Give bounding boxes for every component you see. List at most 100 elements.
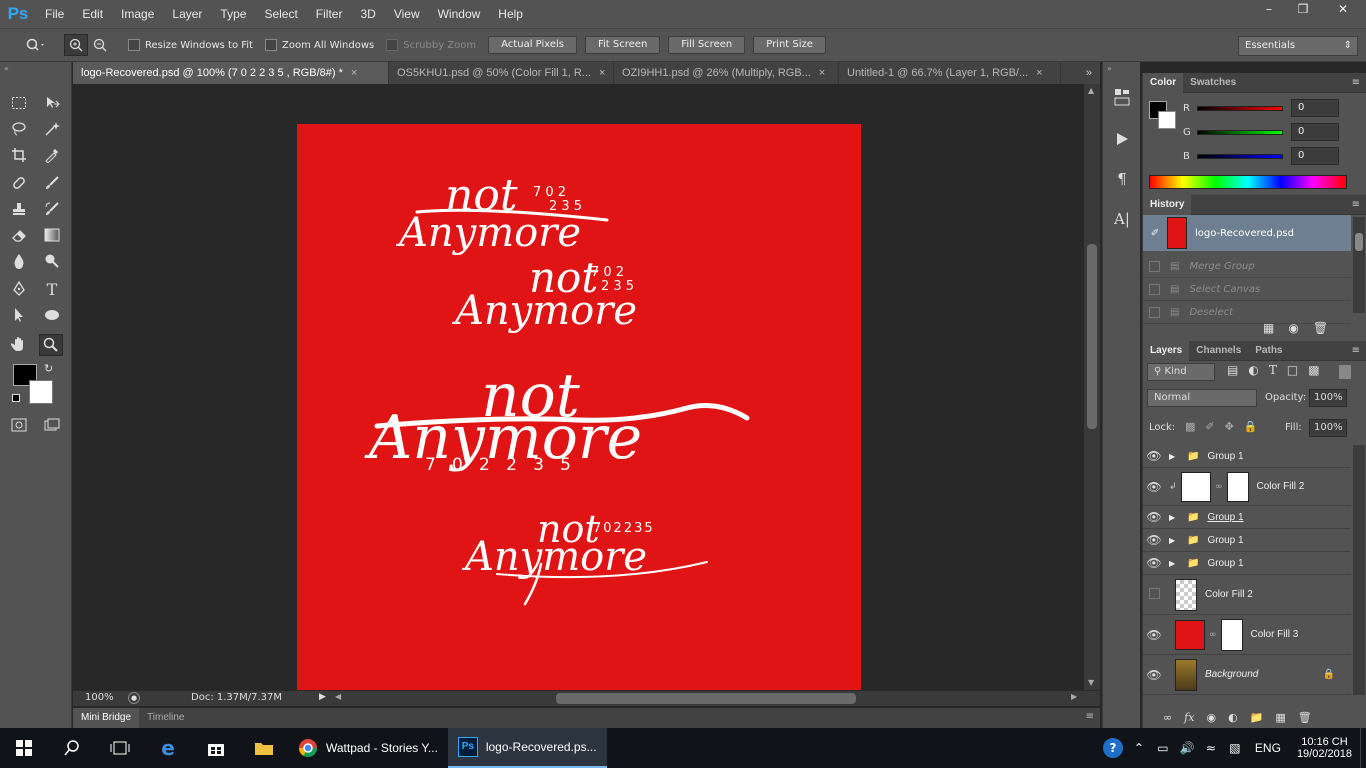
lock-pixels-brush-icon[interactable]: ✐: [1205, 420, 1214, 433]
tab-timeline[interactable]: Timeline: [139, 708, 192, 728]
layers-scrollbar[interactable]: [1353, 445, 1365, 695]
magic-wand-icon[interactable]: [40, 118, 64, 140]
fill-input[interactable]: 100%: [1309, 419, 1347, 437]
horizontal-scroll-thumb[interactable]: [556, 693, 856, 704]
new-group-icon[interactable]: 📁: [1250, 711, 1264, 724]
brush-tool-icon[interactable]: [40, 172, 64, 194]
help-icon[interactable]: ?: [1099, 728, 1127, 768]
edge-browser-icon[interactable]: e: [144, 728, 192, 768]
taskbar-app-chrome[interactable]: Wattpad - Stories Y...: [288, 728, 448, 768]
blend-mode-select[interactable]: Normal: [1147, 389, 1257, 407]
history-scrollbar[interactable]: [1353, 217, 1365, 313]
shape-filter-icon[interactable]: □: [1287, 363, 1298, 377]
windows-start-icon[interactable]: [0, 728, 48, 768]
gradient-tool-icon[interactable]: [40, 224, 64, 246]
default-colors-icon[interactable]: [12, 394, 20, 402]
clock[interactable]: 10:16 CH 19/02/2018: [1289, 728, 1360, 768]
filter-kind-select[interactable]: ⚲ Kind: [1147, 363, 1215, 381]
link-layers-icon[interactable]: ∞: [1163, 711, 1172, 724]
menu-view[interactable]: View: [385, 0, 429, 28]
actual-pixels-button[interactable]: Actual Pixels: [488, 36, 577, 54]
close-tab-icon[interactable]: ×: [599, 67, 605, 79]
new-layer-icon[interactable]: ▦: [1275, 711, 1285, 724]
language-indicator[interactable]: ENG: [1247, 728, 1289, 768]
green-slider[interactable]: G 0: [1183, 122, 1339, 142]
panel-menu-icon[interactable]: ≡: [1352, 199, 1360, 210]
eraser-tool-icon[interactable]: [7, 224, 31, 246]
screen-mode-icon[interactable]: [40, 414, 64, 436]
resize-windows-checkbox[interactable]: Resize Windows to Fit: [128, 39, 253, 51]
expand-arrow-icon[interactable]: ▶: [1169, 536, 1179, 545]
eye-icon[interactable]: 👁: [1143, 449, 1165, 463]
history-brush-source-icon[interactable]: ✐: [1143, 228, 1167, 239]
properties-icon[interactable]: [1111, 86, 1133, 108]
scroll-up-icon[interactable]: ▲: [1088, 86, 1094, 95]
marquee-tool-icon[interactable]: [7, 92, 31, 114]
hand-tool-icon[interactable]: [7, 334, 31, 356]
menu-window[interactable]: Window: [429, 0, 490, 28]
store-icon[interactable]: [192, 728, 240, 768]
delete-layer-icon[interactable]: 🗑: [1298, 711, 1312, 724]
vertical-scroll-thumb[interactable]: [1087, 244, 1097, 429]
tab-swatches[interactable]: Swatches: [1183, 73, 1243, 93]
move-tool-icon[interactable]: [40, 92, 64, 114]
tab-mini-bridge[interactable]: Mini Bridge: [73, 708, 140, 728]
chain-link-icon[interactable]: ∞: [1215, 482, 1223, 492]
search-icon[interactable]: [48, 728, 96, 768]
camera-snapshot-icon[interactable]: ◉: [1288, 321, 1298, 335]
scrubby-zoom-checkbox[interactable]: Scrubby Zoom: [386, 39, 476, 51]
tab-history[interactable]: History: [1143, 194, 1192, 215]
crop-tool-icon[interactable]: [7, 144, 31, 166]
close-tab-icon[interactable]: ×: [819, 67, 825, 79]
adjustment-layer-icon[interactable]: ◐: [1228, 711, 1238, 724]
red-value[interactable]: 0: [1291, 99, 1339, 117]
green-track[interactable]: [1197, 129, 1283, 135]
more-tabs-icon[interactable]: »: [1061, 62, 1100, 84]
layer-row[interactable]: 👁 ▶ 📁 Group 1: [1143, 445, 1351, 468]
eyedropper-icon[interactable]: [40, 144, 64, 166]
layer-row[interactable]: 👁 ↲ ∞ Color Fill 2: [1143, 468, 1351, 506]
actions-play-icon[interactable]: [1111, 128, 1133, 150]
panel-menu-icon[interactable]: ≡: [1086, 711, 1094, 722]
zoom-tool-preset-icon[interactable]: [20, 34, 52, 56]
scroll-down-icon[interactable]: ▼: [1088, 678, 1094, 687]
share-icon[interactable]: ●: [128, 692, 140, 704]
path-selection-icon[interactable]: [7, 304, 31, 326]
opacity-input[interactable]: 100%: [1309, 389, 1347, 407]
restore-button[interactable]: ❐: [1286, 0, 1320, 18]
eye-icon[interactable]: 👁: [1143, 628, 1165, 642]
type-filter-icon[interactable]: T: [1269, 363, 1277, 377]
history-step[interactable]: ▤ Select Canvas: [1143, 278, 1351, 301]
expand-arrow-icon[interactable]: ▶: [1169, 559, 1179, 568]
history-snapshot[interactable]: ✐ logo-Recovered.psd: [1143, 215, 1351, 251]
collapse-icon[interactable]: «: [4, 64, 9, 73]
tab-ozi9hh1[interactable]: OZI9HH1.psd @ 26% (Multiply, RGB... ×: [614, 62, 839, 84]
zoom-tool-icon[interactable]: [39, 334, 63, 356]
show-hidden-icons-icon[interactable]: ⌃: [1127, 728, 1151, 768]
close-button[interactable]: ✕: [1320, 0, 1366, 18]
quick-mask-icon[interactable]: [7, 414, 31, 436]
color-bg-swatch[interactable]: [1158, 111, 1176, 129]
layer-row[interactable]: 👁 ▶ 📁 Group 1: [1143, 506, 1351, 529]
print-size-button[interactable]: Print Size: [753, 36, 826, 54]
menu-image[interactable]: Image: [112, 0, 163, 28]
panel-menu-icon[interactable]: ≡: [1352, 345, 1360, 356]
panel-menu-icon[interactable]: ≡: [1352, 77, 1360, 88]
dodge-tool-icon[interactable]: [40, 250, 64, 272]
menu-layer[interactable]: Layer: [163, 0, 211, 28]
history-brush-icon[interactable]: [40, 198, 64, 220]
close-tab-icon[interactable]: ×: [351, 67, 357, 79]
eye-icon[interactable]: 👁: [1143, 480, 1165, 494]
eye-icon[interactable]: 👁: [1143, 533, 1165, 547]
file-explorer-icon[interactable]: [240, 728, 288, 768]
add-mask-icon[interactable]: ◉: [1206, 711, 1216, 724]
menu-edit[interactable]: Edit: [73, 0, 112, 28]
blur-tool-icon[interactable]: [7, 250, 31, 272]
layer-style-fx-icon[interactable]: fx: [1184, 711, 1194, 724]
zoom-out-icon[interactable]: [88, 34, 112, 56]
layer-row[interactable]: 👁 Background 🔒: [1143, 655, 1351, 695]
background-color-swatch[interactable]: [29, 380, 53, 404]
layer-row[interactable]: 👁 ∞ Color Fill 3: [1143, 615, 1351, 655]
menu-select[interactable]: Select: [255, 0, 306, 28]
red-slider[interactable]: R 0: [1183, 98, 1339, 118]
